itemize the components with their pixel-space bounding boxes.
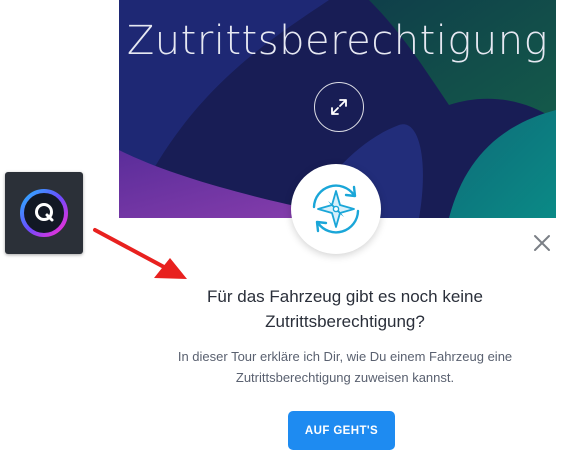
dialog-heading-line1: Für das Fahrzeug gibt es noch keine	[207, 287, 483, 306]
dialog-body-line2: Zutrittsberechtigung zuweisen kannst.	[235, 370, 455, 385]
tour-badge	[291, 164, 381, 254]
close-icon	[534, 235, 550, 251]
dialog-heading-line2: Zutrittsberechtigung?	[265, 312, 425, 331]
hero-title: Zutrittsberechtigung	[126, 18, 549, 64]
compass-refresh-icon	[312, 184, 360, 234]
dialog-body-line1: In dieser Tour erkläre ich Dir, wie Du e…	[177, 349, 513, 364]
expand-arrows-icon	[331, 99, 347, 115]
close-button[interactable]	[532, 233, 552, 253]
dialog-heading: Für das Fahrzeug gibt es noch keine Zutr…	[150, 284, 540, 334]
tour-launcher-button[interactable]	[5, 172, 83, 254]
expand-button[interactable]	[314, 82, 364, 132]
dialog-body: In dieser Tour erkläre ich Dir, wie Du e…	[150, 346, 540, 388]
q-logo-icon	[20, 189, 68, 237]
pointer-arrow	[93, 228, 187, 279]
start-tour-button[interactable]: AUF GEHT'S	[288, 411, 395, 450]
